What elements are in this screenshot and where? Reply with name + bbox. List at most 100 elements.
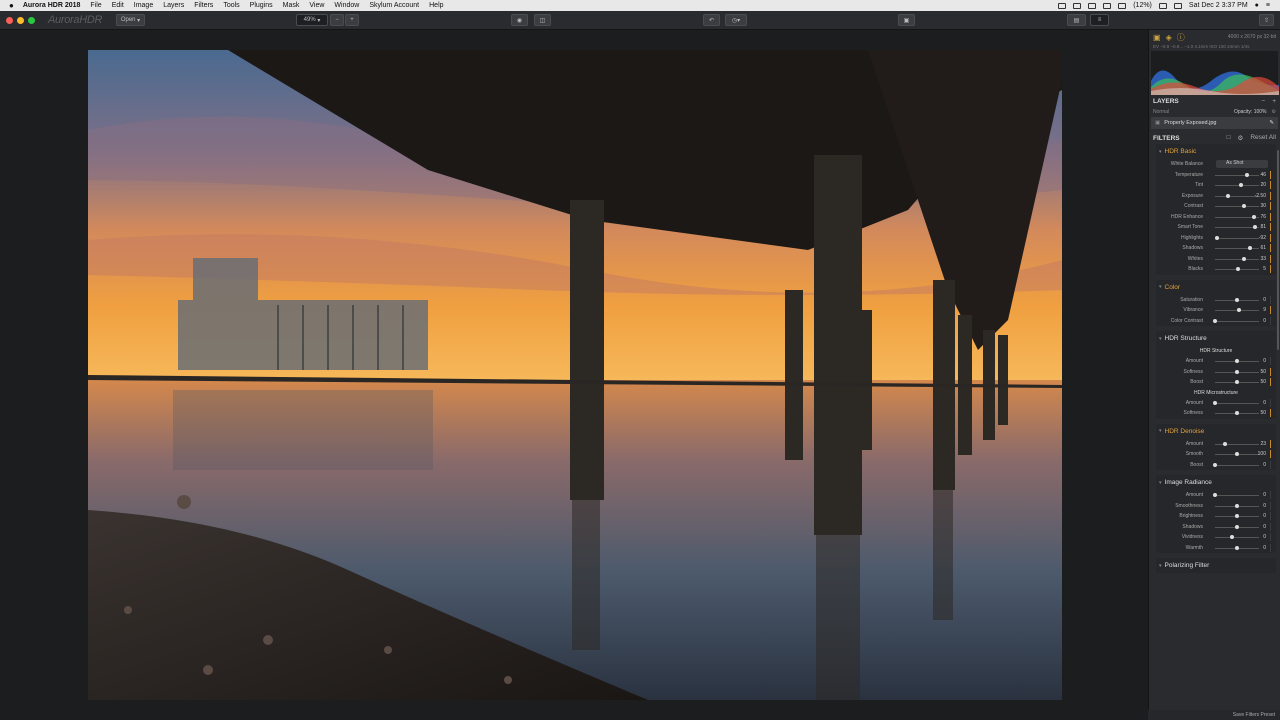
- menu-image[interactable]: Image: [134, 2, 153, 9]
- shadows-value[interactable]: 0: [1263, 524, 1266, 530]
- hdr-denoise-title[interactable]: ▾ HDR Denoise: [1156, 424, 1276, 439]
- softness-value[interactable]: 50: [1260, 369, 1266, 375]
- adjustments-panel-button[interactable]: ≡: [1090, 14, 1109, 26]
- whites-slider-handle[interactable]: [1242, 256, 1247, 261]
- filter-settings-icon[interactable]: ⚙: [1238, 134, 1244, 142]
- hdr-enhance-value[interactable]: 76: [1260, 214, 1266, 220]
- layers-icon[interactable]: ◈: [1166, 33, 1172, 42]
- amount-slider-handle[interactable]: [1223, 441, 1228, 446]
- preview-eye-button[interactable]: ◉: [511, 14, 528, 26]
- menu-skylum-account[interactable]: Skylum Account: [369, 2, 419, 9]
- zoom-in-button[interactable]: +: [345, 14, 359, 26]
- open-button[interactable]: Open ▾: [116, 14, 145, 26]
- camera-status-icon[interactable]: [1058, 2, 1067, 9]
- warmth-value[interactable]: 0: [1263, 545, 1266, 551]
- blacks-value[interactable]: 5: [1263, 266, 1266, 272]
- add-layer-icon[interactable]: +: [1272, 98, 1276, 105]
- menu-edit[interactable]: Edit: [112, 2, 124, 9]
- menu-file[interactable]: File: [90, 2, 101, 9]
- menu-tools[interactable]: Tools: [223, 2, 239, 9]
- presets-panel-button[interactable]: ▤: [1067, 14, 1086, 26]
- image-canvas[interactable]: [0, 30, 1148, 720]
- panel-scrollbar[interactable]: [1277, 150, 1279, 350]
- layers-title[interactable]: LAYERS: [1153, 98, 1179, 105]
- siri-icon[interactable]: ●: [1255, 2, 1259, 9]
- contrast-slider-handle[interactable]: [1241, 204, 1246, 208]
- menu-help[interactable]: Help: [429, 2, 443, 9]
- reset-all-button[interactable]: Reset All: [1250, 134, 1276, 142]
- softness-slider-handle[interactable]: [1235, 411, 1239, 415]
- volume-icon[interactable]: [1173, 2, 1182, 9]
- softness-slider-handle[interactable]: [1235, 369, 1239, 374]
- color-contrast-slider[interactable]: [1215, 320, 1259, 322]
- temperature-slider-handle[interactable]: [1245, 172, 1250, 177]
- highlights-slider[interactable]: [1215, 237, 1259, 239]
- boost-slider[interactable]: [1215, 464, 1259, 466]
- photo-preview[interactable]: [88, 50, 1062, 700]
- color-contrast-slider-handle[interactable]: [1213, 318, 1217, 323]
- vividness-value[interactable]: 0: [1263, 534, 1266, 540]
- shadows-slider-handle[interactable]: [1235, 524, 1239, 529]
- tint-slider-handle[interactable]: [1239, 183, 1244, 187]
- history-button[interactable]: ◷▾: [725, 14, 747, 26]
- color-contrast-value[interactable]: 0: [1263, 318, 1266, 324]
- contrast-slider[interactable]: [1215, 206, 1259, 207]
- smooth-value[interactable]: 100: [1258, 451, 1266, 457]
- saturation-value[interactable]: 0: [1263, 297, 1266, 303]
- highlights-slider-handle[interactable]: [1214, 235, 1219, 240]
- boost-slider-handle[interactable]: [1213, 462, 1217, 467]
- exposure-value[interactable]: -2.50: [1255, 193, 1266, 199]
- smart-tone-value[interactable]: 81: [1260, 224, 1266, 230]
- opacity-select[interactable]: Opacity: 100%: [1234, 109, 1267, 115]
- zoom-select[interactable]: 49% ▾: [296, 14, 328, 26]
- smoothness-value[interactable]: 0: [1263, 503, 1266, 509]
- mask-icon[interactable]: □: [1227, 134, 1231, 142]
- color-title[interactable]: ▾ Color: [1156, 280, 1276, 295]
- tint-value[interactable]: 20: [1260, 182, 1266, 188]
- boost-value[interactable]: 50: [1260, 379, 1266, 385]
- smart-tone-slider-handle[interactable]: [1252, 225, 1257, 229]
- shadows-value[interactable]: 61: [1260, 245, 1266, 251]
- whites-slider[interactable]: [1215, 258, 1259, 260]
- hdr-structure-title[interactable]: ▾ HDR Structure: [1156, 331, 1276, 346]
- amount-slider-handle[interactable]: [1213, 493, 1217, 497]
- wifi-icon[interactable]: [1158, 2, 1167, 9]
- boost-slider-handle[interactable]: [1235, 380, 1239, 384]
- exposure-slider[interactable]: [1215, 195, 1259, 197]
- cloud-status-icon[interactable]: [1073, 2, 1082, 9]
- brightness-slider-handle[interactable]: [1235, 514, 1239, 518]
- saturation-slider-handle[interactable]: [1235, 297, 1239, 302]
- gear-icon[interactable]: ⚙: [1272, 109, 1276, 115]
- layer-item[interactable]: ▣ Properly Exposed.jpg ✎: [1151, 117, 1278, 129]
- polarizing-filter-title[interactable]: ▾ Polarizing Filter: [1156, 558, 1276, 573]
- amount-slider-handle[interactable]: [1235, 359, 1239, 363]
- hdr-enhance-slider-handle[interactable]: [1251, 214, 1256, 219]
- whites-value[interactable]: 33: [1260, 256, 1266, 262]
- menu-layers[interactable]: Layers: [163, 2, 184, 9]
- zoom-out-button[interactable]: −: [330, 14, 344, 26]
- save-filters-preset-button[interactable]: Save Filters Preset: [1233, 712, 1275, 718]
- softness-value[interactable]: 50: [1260, 410, 1266, 416]
- amount-slider-handle[interactable]: [1213, 400, 1217, 405]
- display-status-icon[interactable]: [1088, 2, 1097, 9]
- remove-layer-icon[interactable]: −: [1261, 98, 1265, 105]
- menu-filters[interactable]: Filters: [194, 2, 213, 9]
- airplay-status-icon[interactable]: [1103, 2, 1112, 9]
- exposure-slider-handle[interactable]: [1225, 193, 1230, 198]
- smoothness-slider-handle[interactable]: [1235, 503, 1239, 508]
- temperature-value[interactable]: 46: [1260, 172, 1266, 178]
- amount-slider[interactable]: [1215, 495, 1259, 496]
- info-icon[interactable]: ⓘ: [1177, 32, 1185, 43]
- image-radiance-title[interactable]: ▾ Image Radiance: [1156, 475, 1276, 490]
- blend-mode-select[interactable]: Normal: [1153, 109, 1169, 115]
- contrast-value[interactable]: 30: [1260, 203, 1266, 209]
- menu-mask[interactable]: Mask: [283, 2, 300, 9]
- image-icon[interactable]: ▣: [1153, 33, 1161, 42]
- share-button[interactable]: ⇧: [1259, 14, 1274, 26]
- boost-value[interactable]: 0: [1263, 462, 1266, 468]
- menubar-clock[interactable]: Sat Dec 2 3:37 PM: [1189, 2, 1248, 9]
- smooth-slider-handle[interactable]: [1235, 452, 1239, 456]
- tint-slider[interactable]: [1215, 185, 1259, 186]
- compare-button[interactable]: ◫: [534, 14, 551, 26]
- vibrance-slider-handle[interactable]: [1237, 308, 1242, 312]
